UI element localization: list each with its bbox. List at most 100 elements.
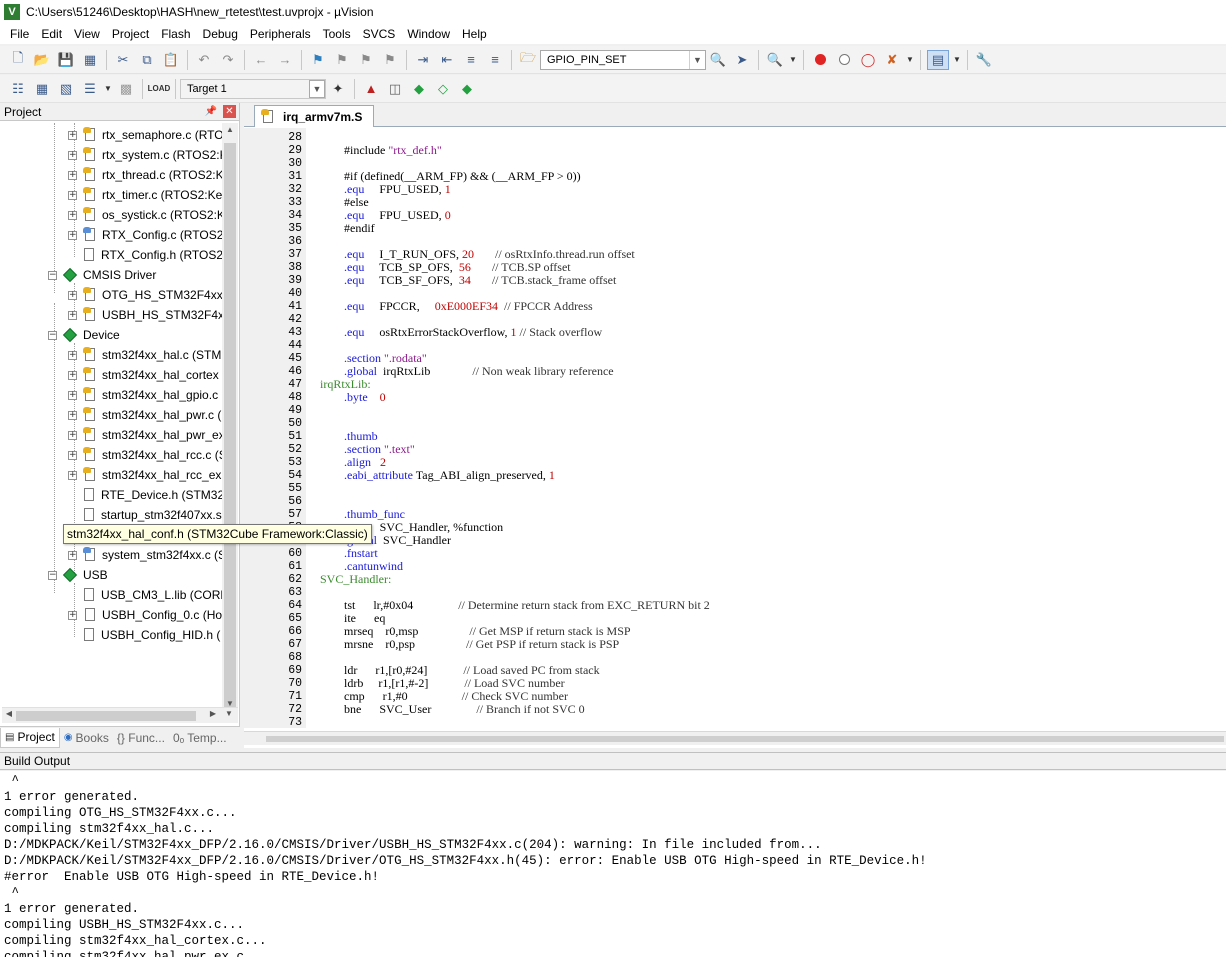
collapse-icon[interactable]: −: [48, 330, 57, 340]
enable-breakpoint-icon[interactable]: [834, 50, 854, 70]
menu-peripherals[interactable]: Peripherals: [244, 24, 317, 44]
nav-forward-icon[interactable]: →: [275, 50, 295, 70]
chevron-down-icon[interactable]: ▼: [789, 50, 797, 70]
code-editor[interactable]: #include "rtx_def.h" #if (defined(__ARM_…: [306, 128, 1226, 728]
menu-svcs[interactable]: SVCS: [357, 24, 402, 44]
scrollbar-thumb[interactable]: [266, 736, 1224, 742]
bookmark-icon[interactable]: ⚑: [308, 50, 328, 70]
expand-icon[interactable]: +: [68, 150, 77, 160]
rebuild-icon[interactable]: ▧: [56, 79, 76, 99]
indent-icon[interactable]: ⇥: [413, 50, 433, 70]
find-combo[interactable]: GPIO_PIN_SET ▼: [540, 49, 706, 70]
tree-item-startup[interactable]: startup_stm32f407xx.s: [82, 505, 222, 525]
load-download-icon[interactable]: LOAD: [148, 79, 171, 99]
menu-view[interactable]: View: [68, 24, 106, 44]
tree-item-rtx-semaphore[interactable]: + rtx_semaphore.c (RTO: [68, 125, 222, 145]
expand-icon[interactable]: +: [68, 190, 77, 200]
menu-tools[interactable]: Tools: [317, 24, 357, 44]
copy-icon[interactable]: ⧉: [137, 50, 157, 70]
incremental-find-icon[interactable]: ➤: [732, 50, 752, 70]
tree-item-rtx-system[interactable]: + rtx_system.c (RTOS2:K: [68, 145, 222, 165]
expand-icon[interactable]: +: [68, 210, 77, 220]
menu-edit[interactable]: Edit: [35, 24, 68, 44]
tree-item-rtx-config-c[interactable]: + RTX_Config.c (RTOS2:I: [68, 225, 222, 245]
tree-item-hal-gpio[interactable]: + stm32f4xx_hal_gpio.c: [68, 385, 218, 405]
file-extensions-icon[interactable]: ▲: [361, 79, 381, 99]
select-packs-icon[interactable]: ◇: [433, 79, 453, 99]
menu-file[interactable]: File: [4, 24, 35, 44]
menu-debug[interactable]: Debug: [197, 24, 244, 44]
expand-icon[interactable]: +: [68, 290, 77, 300]
expand-icon[interactable]: +: [68, 170, 77, 180]
expand-icon[interactable]: +: [68, 370, 77, 380]
tree-item-usbh-config-hid[interactable]: USBH_Config_HID.h (: [82, 625, 220, 645]
tree-item-rtx-thread[interactable]: + rtx_thread.c (RTOS2:Ke: [68, 165, 222, 185]
tree-item-hal-rcc-ex[interactable]: + stm32f4xx_hal_rcc_ex: [68, 465, 221, 485]
build-icon[interactable]: ▦: [32, 79, 52, 99]
expand-icon[interactable]: +: [68, 610, 77, 620]
save-all-icon[interactable]: ▦: [80, 50, 100, 70]
tree-item-os-systick[interactable]: + os_systick.c (RTOS2:Ke: [68, 205, 222, 225]
stop-build-icon[interactable]: ▩: [116, 79, 136, 99]
tree-item-hal-pwr[interactable]: + stm32f4xx_hal_pwr.c (: [68, 405, 221, 425]
chevron-down-icon[interactable]: ▼: [953, 50, 961, 70]
expand-icon[interactable]: +: [68, 350, 77, 360]
expand-icon[interactable]: +: [68, 430, 77, 440]
expand-icon[interactable]: +: [68, 230, 77, 240]
scrollbar-thumb[interactable]: [16, 711, 196, 721]
collapse-icon[interactable]: −: [48, 270, 57, 280]
chevron-down-icon[interactable]: ▼: [689, 50, 705, 69]
tree-item-hal-rcc[interactable]: + stm32f4xx_hal_rcc.c (S: [68, 445, 222, 465]
menu-help[interactable]: Help: [456, 24, 493, 44]
expand-icon[interactable]: +: [68, 130, 77, 140]
chevron-down-icon[interactable]: ▼: [906, 50, 914, 70]
chevron-down-icon[interactable]: ▼: [309, 79, 325, 98]
prev-bookmark-icon[interactable]: ⚑: [332, 50, 352, 70]
expand-icon[interactable]: +: [68, 390, 77, 400]
cut-icon[interactable]: ✂: [113, 50, 133, 70]
next-bookmark-icon[interactable]: ⚑: [356, 50, 376, 70]
tree-group-device[interactable]: − Device: [48, 325, 120, 345]
find-icon[interactable]: 🔍: [708, 50, 728, 70]
tree-vertical-scrollbar[interactable]: ▲ ▼: [222, 123, 238, 713]
kill-breakpoints-icon[interactable]: ✘: [882, 50, 902, 70]
tab-irq-armv7m[interactable]: irq_armv7m.S: [254, 105, 374, 127]
tab-templates[interactable]: 0ₒ Temp...: [169, 728, 231, 748]
tree-item-hal-cortex[interactable]: + stm32f4xx_hal_cortex: [68, 365, 219, 385]
tree-item-rtx-config-h[interactable]: RTX_Config.h (RTOS2:I: [82, 245, 222, 265]
target-options-wand-icon[interactable]: ✦: [328, 79, 348, 99]
editor-horizontal-scrollbar[interactable]: [244, 731, 1226, 745]
paste-icon[interactable]: 📋: [161, 50, 181, 70]
menu-window[interactable]: Window: [401, 24, 456, 44]
batch-build-icon[interactable]: ☰: [80, 79, 100, 99]
expand-icon[interactable]: +: [68, 410, 77, 420]
tree-item-hal[interactable]: + stm32f4xx_hal.c (STM: [68, 345, 221, 365]
uncomment-icon[interactable]: ≡: [485, 50, 505, 70]
tree-group-usb[interactable]: − USB: [48, 565, 108, 585]
tab-functions[interactable]: {} Func...: [113, 728, 169, 748]
tab-project[interactable]: ▤ Project: [0, 727, 60, 748]
configure-wrench-icon[interactable]: 🔧: [974, 50, 994, 70]
collapse-icon[interactable]: −: [48, 570, 57, 580]
expand-icon[interactable]: +: [68, 470, 77, 480]
scrollbar-thumb[interactable]: [224, 143, 236, 713]
pack-installer-icon[interactable]: ◆: [457, 79, 477, 99]
find-in-files-icon[interactable]: 🗁: [518, 50, 538, 70]
tree-item-usb-lib[interactable]: USB_CM3_L.lib (CORE: [82, 585, 222, 605]
scroll-up-icon[interactable]: ▲: [224, 125, 236, 139]
disable-breakpoints-icon[interactable]: ◯: [858, 50, 878, 70]
comment-icon[interactable]: ≡: [461, 50, 481, 70]
tree-item-usbh-hs[interactable]: + USBH_HS_STM32F4xx: [68, 305, 222, 325]
menu-flash[interactable]: Flash: [155, 24, 196, 44]
translate-icon[interactable]: ☷: [8, 79, 28, 99]
tab-books[interactable]: ◉ Books: [60, 728, 113, 748]
tree-group-cmsis-driver[interactable]: − CMSIS Driver: [48, 265, 156, 285]
expand-icon[interactable]: +: [68, 450, 77, 460]
new-file-icon[interactable]: 🗋: [8, 50, 28, 70]
scroll-left-icon[interactable]: ◀: [2, 709, 16, 723]
tree-item-usbh-config-0[interactable]: + USBH_Config_0.c (Ho: [68, 605, 222, 625]
scroll-down-icon[interactable]: ▼: [222, 709, 236, 723]
expand-icon[interactable]: +: [68, 310, 77, 320]
pin-icon[interactable]: 📌: [205, 106, 217, 117]
tree-horizontal-scrollbar[interactable]: ◀ ▶ ▼: [2, 707, 238, 723]
